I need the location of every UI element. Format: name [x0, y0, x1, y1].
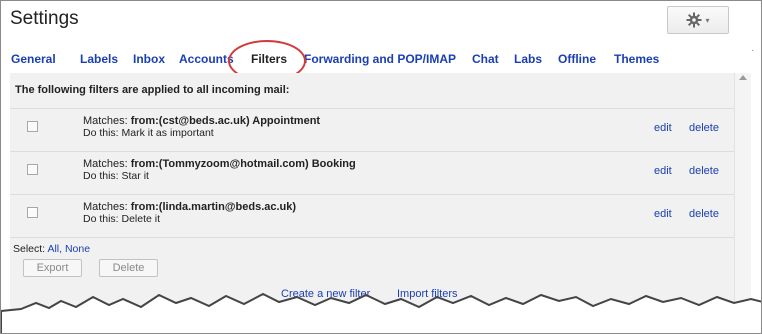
filter-checkbox[interactable] [27, 164, 38, 175]
filter-matches: Matches: from:(linda.martin@beds.ac.uk) [83, 201, 297, 213]
filter-row: Matches: from:(linda.martin@beds.ac.uk) … [10, 194, 734, 238]
select-all-link[interactable]: All [47, 243, 59, 255]
chevron-down-icon: ▾ [705, 15, 710, 25]
filters-heading: The following filters are applied to all… [15, 84, 290, 96]
overflow-dot: · [751, 45, 755, 56]
tab-themes[interactable]: Themes [614, 52, 659, 66]
delete-button[interactable]: Delete [99, 259, 158, 277]
tab-labels[interactable]: Labels [80, 52, 118, 66]
tab-labs[interactable]: Labs [514, 52, 542, 66]
select-none-link[interactable]: None [65, 243, 90, 255]
tab-general[interactable]: General [11, 52, 56, 66]
tab-accounts[interactable]: Accounts [179, 52, 234, 66]
filter-matches: Matches: from:(cst@beds.ac.uk) Appointme… [83, 115, 321, 127]
delete-link[interactable]: delete [689, 165, 719, 177]
select-controls: Select: All, None [13, 243, 91, 255]
edit-link[interactable]: edit [654, 122, 672, 134]
edit-link[interactable]: edit [654, 208, 672, 220]
page-title: Settings [10, 8, 79, 29]
filter-action: Do this: Delete it [83, 213, 161, 225]
filter-matches: Matches: from:(Tommyzoom@hotmail.com) Bo… [83, 158, 356, 170]
filter-row: Matches: from:(Tommyzoom@hotmail.com) Bo… [10, 151, 734, 188]
settings-gear-button[interactable]: ▾ [667, 6, 729, 34]
filter-action: Do this: Star it [83, 170, 149, 182]
scroll-up-icon[interactable] [739, 75, 747, 80]
filter-checkbox[interactable] [27, 207, 38, 218]
tab-offline[interactable]: Offline [558, 52, 596, 66]
filter-action: Do this: Mark it as important [83, 127, 214, 139]
delete-link[interactable]: delete [689, 208, 719, 220]
export-button[interactable]: Export [23, 259, 82, 277]
filter-row: Matches: from:(cst@beds.ac.uk) Appointme… [10, 108, 734, 145]
tab-chat[interactable]: Chat [472, 52, 499, 66]
torn-edge [1, 292, 761, 333]
settings-window: Settings ▾ General Labels Inbox Accounts… [0, 0, 762, 334]
edit-link[interactable]: edit [654, 165, 672, 177]
filter-checkbox[interactable] [27, 121, 38, 132]
tab-forwarding[interactable]: Forwarding and POP/IMAP [304, 52, 456, 66]
tab-inbox[interactable]: Inbox [133, 52, 165, 66]
delete-link[interactable]: delete [689, 122, 719, 134]
gear-icon [686, 12, 702, 28]
